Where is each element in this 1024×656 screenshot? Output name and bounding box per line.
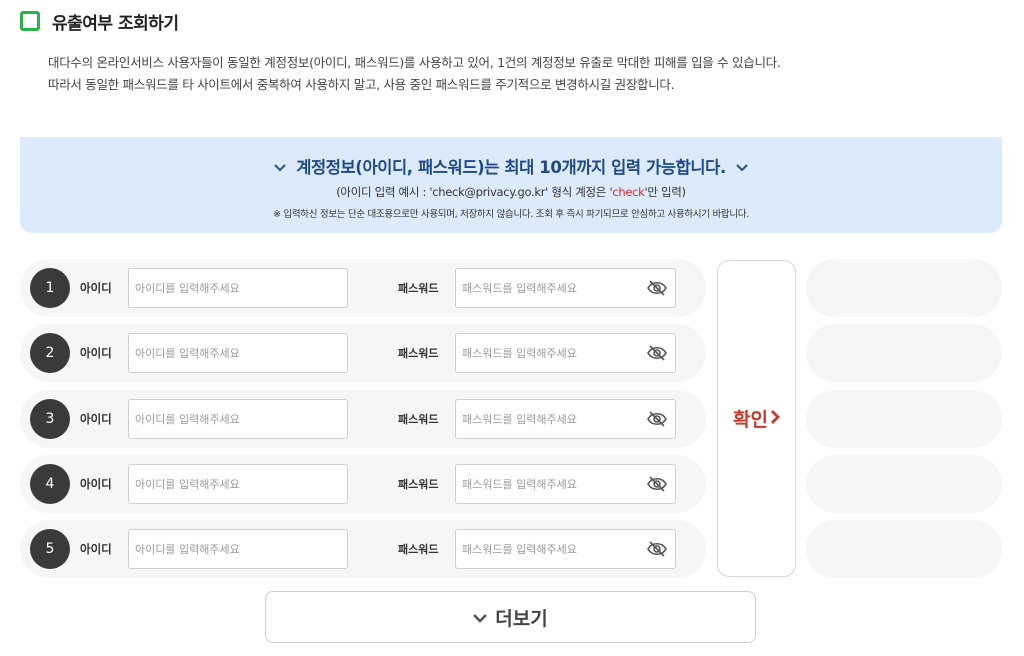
password-label: 패스워드 <box>398 347 439 360</box>
password-input[interactable] <box>455 333 676 373</box>
password-label: 패스워드 <box>398 282 439 295</box>
result-cell <box>806 455 1002 513</box>
notice-example-before: (아이디 입력 예시 : 'check@privacy.go.kr' 형식 계정… <box>336 185 613 199</box>
result-cell <box>806 520 1002 578</box>
eye-off-icon[interactable] <box>646 409 668 429</box>
id-label: 아이디 <box>80 542 112 556</box>
checkbox-icon <box>20 11 40 31</box>
confirm-label: 확인 <box>733 409 768 431</box>
notice-warning: ※ 입력하신 정보는 단순 대조용으로만 사용되며, 저장하지 않습니다. 조회… <box>273 209 749 220</box>
notice-example: (아이디 입력 예시 : 'check@privacy.go.kr' 형식 계정… <box>20 184 1002 200</box>
eye-off-icon[interactable] <box>646 343 668 363</box>
row-number: 2 <box>30 333 70 373</box>
eye-off-icon[interactable] <box>646 539 668 559</box>
id-input[interactable] <box>128 268 348 308</box>
description: 대다수의 온라인서비스 사용자들이 동일한 계정정보(아이디, 패스워드)를 사… <box>48 52 781 96</box>
confirm-button[interactable]: 확인 <box>717 260 796 577</box>
chevron-down-icon <box>274 157 286 176</box>
id-label: 아이디 <box>80 477 112 491</box>
password-label: 패스워드 <box>398 478 439 491</box>
credential-row: 2 아이디 패스워드 <box>20 324 706 382</box>
password-input[interactable] <box>455 464 676 504</box>
id-label: 아이디 <box>80 346 112 360</box>
row-number: 1 <box>30 268 70 308</box>
chevron-down-icon <box>736 157 748 176</box>
notice-box: 계정정보(아이디, 패스워드)는 최대 10개까지 입력 가능합니다. (아이디… <box>20 137 1002 233</box>
notice-main-text: 계정정보(아이디, 패스워드)는 최대 10개까지 입력 가능합니다. <box>296 158 726 177</box>
id-input[interactable] <box>128 464 348 504</box>
description-line-2: 따라서 동일한 패스워드를 타 사이트에서 중복하여 사용하지 말고, 사용 중… <box>48 77 675 92</box>
password-input[interactable] <box>455 529 676 569</box>
result-cell <box>806 259 1002 317</box>
more-label: 더보기 <box>495 607 548 630</box>
row-number: 3 <box>30 399 70 439</box>
description-line-1: 대다수의 온라인서비스 사용자들이 동일한 계정정보(아이디, 패스워드)를 사… <box>48 55 781 70</box>
id-input[interactable] <box>128 399 348 439</box>
id-input[interactable] <box>128 529 348 569</box>
notice-example-highlight: check <box>612 185 645 199</box>
credential-row: 4 아이디 패스워드 <box>20 455 706 513</box>
password-label: 패스워드 <box>398 543 439 556</box>
password-input[interactable] <box>455 268 676 308</box>
password-label: 패스워드 <box>398 413 439 426</box>
result-cell <box>806 324 1002 382</box>
row-number: 4 <box>30 464 70 504</box>
chevron-down-icon <box>473 608 488 627</box>
more-button[interactable]: 더보기 <box>265 591 756 643</box>
id-label: 아이디 <box>80 412 112 426</box>
password-input[interactable] <box>455 399 676 439</box>
page-title: 유출여부 조회하기 <box>52 13 179 34</box>
id-label: 아이디 <box>80 281 112 295</box>
credential-row: 5 아이디 패스워드 <box>20 520 706 578</box>
section-title: 유출여부 조회하기 <box>20 8 179 34</box>
credential-row: 3 아이디 패스워드 <box>20 390 706 448</box>
notice-headline: 계정정보(아이디, 패스워드)는 최대 10개까지 입력 가능합니다. <box>20 154 1002 178</box>
eye-off-icon[interactable] <box>646 278 668 298</box>
row-number: 5 <box>30 529 70 569</box>
chevron-right-icon <box>770 408 780 430</box>
notice-example-after: '만 입력) <box>644 185 686 199</box>
credential-row: 1 아이디 패스워드 <box>20 259 706 317</box>
eye-off-icon[interactable] <box>646 474 668 494</box>
result-cell <box>806 390 1002 448</box>
id-input[interactable] <box>128 333 348 373</box>
